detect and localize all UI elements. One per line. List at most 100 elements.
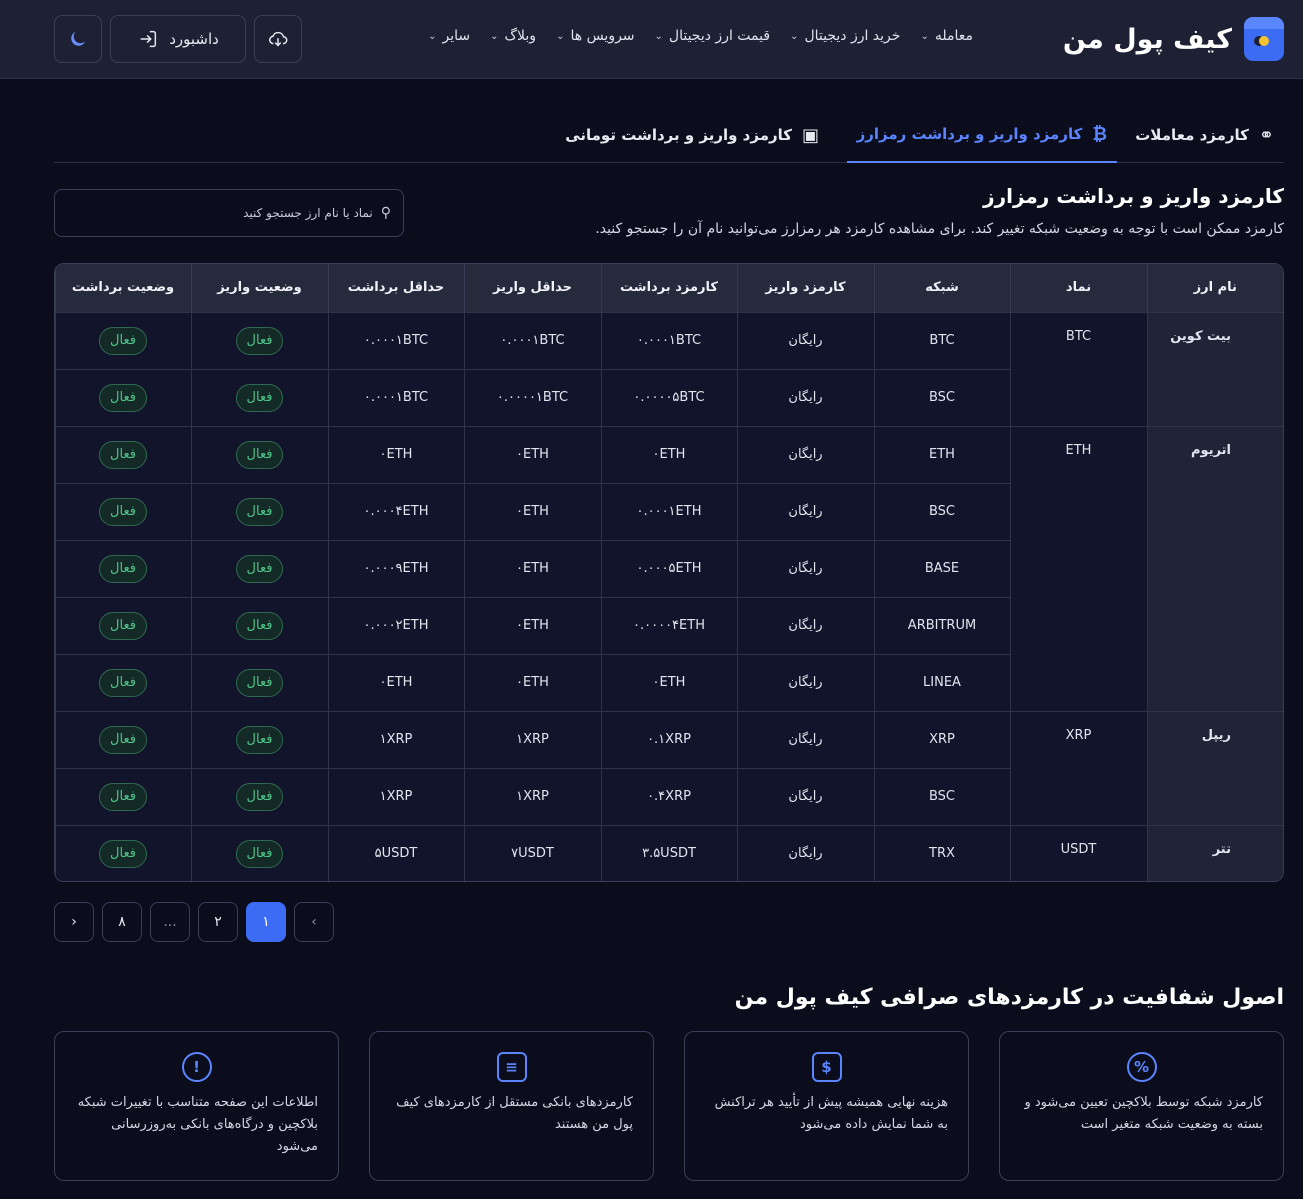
chevron-right-icon: › bbox=[71, 914, 77, 930]
chevron-down-icon: ⌄ bbox=[790, 30, 799, 42]
status-badge: فعال bbox=[99, 668, 147, 697]
column-header: کارمزد واریز bbox=[736, 264, 874, 312]
deposit-status-cell: فعال bbox=[190, 368, 328, 426]
info-icon: ! bbox=[181, 1052, 212, 1082]
withdraw-status-cell: فعال bbox=[55, 767, 191, 825]
network-cell: BSC bbox=[873, 368, 1010, 426]
min-deposit-cell: ۰ETH bbox=[463, 425, 601, 483]
column-header: وضعیت واریز bbox=[190, 264, 328, 312]
table-row: اتریوم ETH ETH رایگان ۰ETH ۰ETH ۰ETH فعال فعال bbox=[55, 425, 1283, 711]
chevron-down-icon: ⌄ bbox=[920, 30, 929, 42]
status-badge: فعال bbox=[99, 383, 147, 412]
fee-table: نام ارز نماد شبکه کارمزد واریز کارمزد بر… bbox=[54, 263, 1284, 882]
brand-logo[interactable]: کیف پول من bbox=[1063, 17, 1284, 61]
chevron-down-icon: ⌄ bbox=[654, 30, 663, 42]
info-card: % کارمزد شبکه توسط بلاکچین تعیین می‌شود … bbox=[999, 1031, 1284, 1181]
status-badge: فعال bbox=[235, 440, 284, 469]
coins-icon: ⚭ bbox=[1258, 124, 1274, 146]
min-withdraw-cell: ۰.۰۰۰۴ETH bbox=[327, 482, 464, 540]
deposit-status-cell: فعال bbox=[190, 482, 328, 540]
chevron-down-icon: ⌄ bbox=[490, 30, 499, 42]
info-card: $ هزینه نهایی همیشه پیش از تأیید هر تراک… bbox=[684, 1031, 969, 1181]
deposit-status-cell: فعال bbox=[190, 596, 328, 654]
theme-toggle-button[interactable] bbox=[54, 15, 102, 63]
page-ellipsis: ... bbox=[150, 902, 190, 942]
tab-toman-fees[interactable]: ▣ کارمزد واریز و برداشت تومانی bbox=[555, 107, 829, 163]
fee-tabs: ⚭ کارمزد معاملات ₿ کارمزد واریز و برداشت… bbox=[54, 107, 1284, 163]
min-deposit-cell: ۰ETH bbox=[463, 596, 601, 654]
column-header: نماد bbox=[1009, 264, 1147, 312]
min-deposit-cell: ۷USDT bbox=[463, 824, 601, 881]
status-badge: فعال bbox=[235, 611, 284, 640]
table-header-row: نام ارز نماد شبکه کارمزد واریز کارمزد بر… bbox=[55, 264, 1283, 312]
min-deposit-cell: ۱XRP bbox=[463, 710, 601, 768]
status-badge: فعال bbox=[99, 440, 147, 469]
min-withdraw-cell: ۰ETH bbox=[327, 653, 464, 711]
receipt-icon: ≡ bbox=[496, 1052, 527, 1082]
search-input[interactable] bbox=[67, 206, 373, 220]
top-header: کیف پول من معامله ⌄ خرید ارز دیجیتال ⌄ قیم… bbox=[0, 0, 1303, 79]
status-badge: فعال bbox=[99, 782, 147, 811]
status-badge: فعال bbox=[235, 839, 284, 868]
network-cell: LINEA bbox=[873, 653, 1010, 711]
withdraw-status-cell: فعال bbox=[55, 311, 191, 369]
next-page-button[interactable]: › bbox=[54, 902, 94, 942]
nav-label: قیمت ارز دیجیتال bbox=[668, 28, 771, 44]
min-deposit-cell: ۰.۰۰۰۰۱BTC bbox=[463, 368, 601, 426]
withdraw-fee-cell: ۰.۰۰۰۰۴ETH bbox=[600, 596, 737, 654]
withdraw-fee-cell: ۳.۵USDT bbox=[600, 824, 737, 881]
withdraw-status-cell: فعال bbox=[55, 482, 191, 540]
withdraw-fee-cell: ۰.۰۰۰۰۵BTC bbox=[600, 368, 737, 426]
table-row: بیت کوین BTC BTC رایگان ۰.۰۰۰۱BTC ۰.۰۰۰۱BTC ۰.… bbox=[55, 311, 1283, 426]
dashboard-button[interactable]: داشبورد bbox=[110, 15, 246, 63]
nav-item-blog[interactable]: وبلاگ ⌄ bbox=[490, 28, 536, 44]
coin-name-cell: ریپل bbox=[1146, 710, 1283, 825]
page-button[interactable]: ۲ bbox=[198, 902, 238, 942]
nav-label: وبلاگ bbox=[504, 28, 537, 44]
deposit-fee-cell: رایگان bbox=[736, 767, 874, 825]
coin-name-cell: اتریوم bbox=[1146, 425, 1283, 711]
withdraw-fee-cell: ۰.۰۰۰۱ETH bbox=[600, 482, 737, 540]
network-cell: BASE bbox=[873, 539, 1010, 597]
nav-item-crypto-price[interactable]: قیمت ارز دیجیتال ⌄ bbox=[655, 28, 771, 44]
min-withdraw-cell: ۵USDT bbox=[327, 824, 464, 881]
nav-item-services[interactable]: سرویس ها ⌄ bbox=[556, 28, 634, 44]
wallet-logo-icon bbox=[1244, 17, 1284, 61]
min-withdraw-cell: ۰.۰۰۰۹ETH bbox=[327, 539, 464, 597]
page-button[interactable]: ۱ bbox=[246, 902, 286, 942]
column-header: نام ارز bbox=[1146, 264, 1283, 312]
percent-icon: % bbox=[1126, 1052, 1157, 1082]
nav-label: سایر bbox=[442, 28, 471, 44]
prev-page-button[interactable]: ‹ bbox=[294, 902, 334, 942]
withdraw-fee-cell: ۰.۰۰۰۵ETH bbox=[600, 539, 737, 597]
network-cell: TRX bbox=[873, 824, 1010, 881]
moon-icon bbox=[71, 31, 86, 46]
tab-label: کارمزد واریز و برداشت تومانی bbox=[565, 126, 792, 144]
cash-icon: ▣ bbox=[801, 124, 819, 146]
login-icon bbox=[140, 30, 157, 48]
page-button[interactable]: ۸ bbox=[102, 902, 142, 942]
tab-label: کارمزد معاملات bbox=[1135, 126, 1249, 144]
min-deposit-cell: ۰.۰۰۰۱BTC bbox=[463, 311, 601, 369]
chevron-down-icon: ⌄ bbox=[428, 30, 437, 42]
nav-item-trade[interactable]: معامله ⌄ bbox=[920, 28, 973, 44]
status-badge: فعال bbox=[235, 383, 284, 412]
status-badge: فعال bbox=[235, 668, 284, 697]
withdraw-status-cell: فعال bbox=[55, 710, 191, 768]
column-header: حداقل برداشت bbox=[327, 264, 464, 312]
min-withdraw-cell: ۰.۰۰۰۱BTC bbox=[327, 311, 464, 369]
main-nav: معامله ⌄ خرید ارز دیجیتال ⌄ قیمت ارز دیجیت… bbox=[428, 28, 973, 44]
nav-item-other[interactable]: سایر ⌄ bbox=[428, 28, 470, 44]
network-cell: XRP bbox=[873, 710, 1010, 768]
nav-item-buy-crypto[interactable]: خرید ارز دیجیتال ⌄ bbox=[790, 28, 900, 44]
network-cell: BSC bbox=[873, 767, 1010, 825]
withdraw-status-cell: فعال bbox=[55, 539, 191, 597]
chevron-left-icon: ‹ bbox=[311, 914, 317, 930]
column-header: کارمزد برداشت bbox=[600, 264, 737, 312]
download-app-button[interactable] bbox=[254, 15, 302, 63]
min-withdraw-cell: ۰.۰۰۰۲ETH bbox=[327, 596, 464, 654]
tab-trading-fees[interactable]: ⚭ کارمزد معاملات bbox=[1125, 107, 1284, 163]
withdraw-status-cell: فعال bbox=[55, 596, 191, 654]
tab-crypto-fees[interactable]: ₿ کارمزد واریز و برداشت رمزارز bbox=[846, 107, 1117, 163]
deposit-fee-cell: رایگان bbox=[736, 824, 874, 881]
